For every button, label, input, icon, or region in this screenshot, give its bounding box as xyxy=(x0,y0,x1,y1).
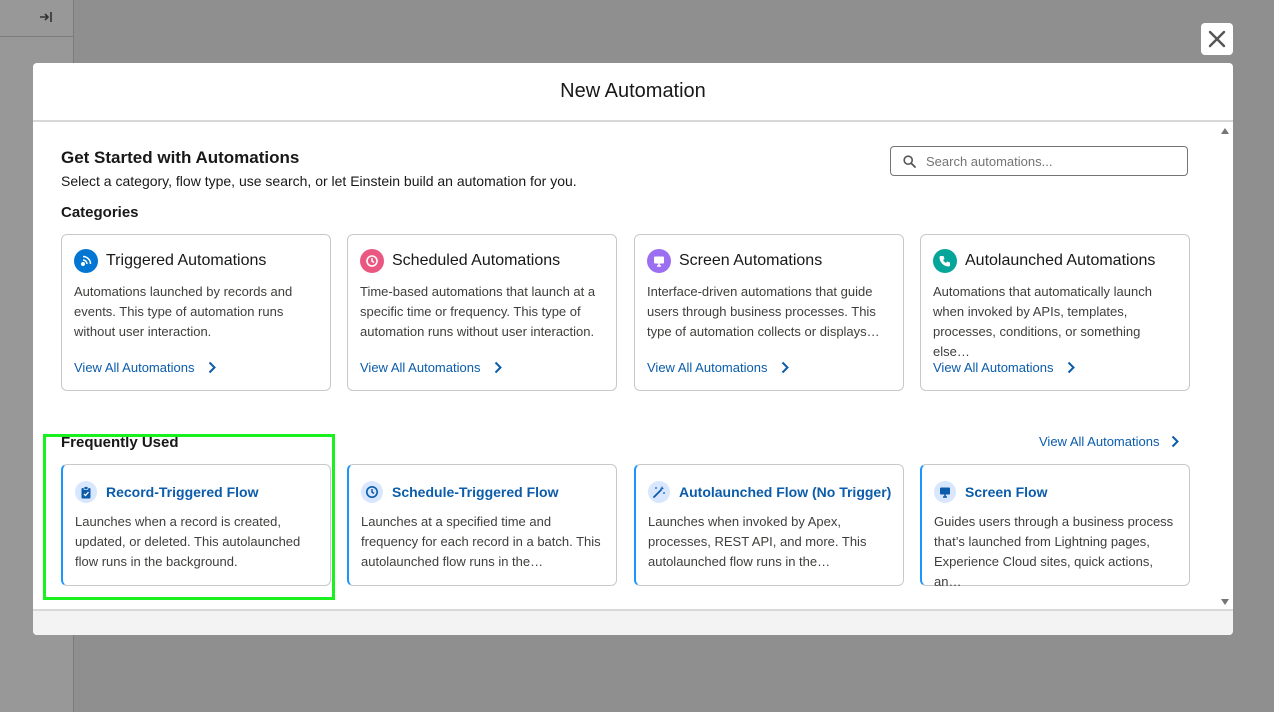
flow-title[interactable]: Autolaunched Flow (No Trigger) xyxy=(679,484,891,500)
flow-description: Launches at a specified time and frequen… xyxy=(361,514,601,569)
new-automation-modal: New Automation Get Started with Automati… xyxy=(33,63,1233,635)
modal-footer xyxy=(33,609,1233,635)
flow-description: Launches when a record is created, updat… xyxy=(75,514,301,569)
close-button[interactable] xyxy=(1201,23,1233,55)
modal-title: New Automation xyxy=(560,80,706,102)
flow-title[interactable]: Screen Flow xyxy=(965,484,1047,500)
flow-card-schedule-triggered[interactable]: Schedule-Triggered Flow Launches at a sp… xyxy=(347,464,617,586)
flow-title[interactable]: Schedule-Triggered Flow xyxy=(392,484,558,500)
intro-title: Get Started with Automations xyxy=(61,148,300,167)
magic-wand-icon xyxy=(648,481,670,503)
category-description: Interface-driven automations that guide … xyxy=(647,284,880,339)
category-title: Scheduled Automations xyxy=(392,252,561,269)
flow-card-record-triggered[interactable]: Record-Triggered Flow Launches when a re… xyxy=(61,464,331,586)
scroll-down-arrow-icon[interactable] xyxy=(1220,598,1230,606)
triggered-icon xyxy=(74,249,98,273)
category-description: Time-based automations that launch at a … xyxy=(360,284,596,339)
frequently-used-heading: Frequently Used xyxy=(61,434,179,451)
flow-card-autolaunched[interactable]: Autolaunched Flow (No Trigger) Launches … xyxy=(634,464,904,586)
chevron-right-icon xyxy=(1172,435,1180,448)
intro-subtitle: Select a category, flow type, use search… xyxy=(61,173,577,189)
scroll-up-arrow-icon[interactable] xyxy=(1220,127,1230,135)
sidebar-header xyxy=(0,0,73,37)
category-card-autolaunched[interactable]: Autolaunched Automations Automations tha… xyxy=(920,234,1190,391)
view-all-link[interactable]: View All Automations xyxy=(933,360,1076,375)
category-card-screen[interactable]: Screen Automations Interface-driven auto… xyxy=(634,234,904,391)
view-all-label[interactable]: View All Automations xyxy=(647,360,767,375)
search-icon xyxy=(903,154,916,168)
chevron-right-icon xyxy=(209,361,217,374)
category-card-scheduled[interactable]: Scheduled Automations Time-based automat… xyxy=(347,234,617,391)
phone-icon xyxy=(933,249,957,273)
view-all-label[interactable]: View All Automations xyxy=(360,360,480,375)
category-description: Automations that automatically launch wh… xyxy=(933,284,1152,359)
view-all-automations-link[interactable]: View All Automations xyxy=(1039,434,1180,449)
monitor-icon xyxy=(934,481,956,503)
modal-header: New Automation xyxy=(33,63,1233,122)
category-card-triggered[interactable]: Triggered Automations Automations launch… xyxy=(61,234,331,391)
search-input[interactable] xyxy=(924,152,1178,170)
view-all-link[interactable]: View All Automations xyxy=(74,360,217,375)
close-icon xyxy=(1208,30,1226,48)
view-all-label[interactable]: View All Automations xyxy=(74,360,194,375)
monitor-icon xyxy=(647,249,671,273)
flow-description: Launches when invoked by Apex, processes… xyxy=(648,514,867,569)
category-title: Screen Automations xyxy=(679,252,823,269)
category-title: Triggered Automations xyxy=(106,252,267,269)
categories-heading: Categories xyxy=(61,204,139,221)
view-all-label[interactable]: View All Automations xyxy=(933,360,1053,375)
category-title: Autolaunched Automations xyxy=(965,252,1156,269)
category-description: Automations launched by records and even… xyxy=(74,284,293,339)
expand-panel-icon[interactable] xyxy=(39,10,53,24)
modal-body: Get Started with Automations Select a ca… xyxy=(33,122,1233,610)
chevron-right-icon xyxy=(782,361,790,374)
view-all-link[interactable]: View All Automations xyxy=(647,360,790,375)
view-all-label[interactable]: View All Automations xyxy=(1039,434,1159,449)
clock-icon xyxy=(361,481,383,503)
clock-icon xyxy=(360,249,384,273)
clipboard-icon xyxy=(75,481,97,503)
flow-title[interactable]: Record-Triggered Flow xyxy=(106,484,258,500)
view-all-link[interactable]: View All Automations xyxy=(360,360,503,375)
search-box[interactable] xyxy=(890,146,1188,176)
flow-card-screen[interactable]: Screen Flow Guides users through a busin… xyxy=(920,464,1190,589)
chevron-right-icon xyxy=(1068,361,1076,374)
chevron-right-icon xyxy=(495,361,503,374)
flow-description: Guides users through a business process … xyxy=(934,514,1174,589)
